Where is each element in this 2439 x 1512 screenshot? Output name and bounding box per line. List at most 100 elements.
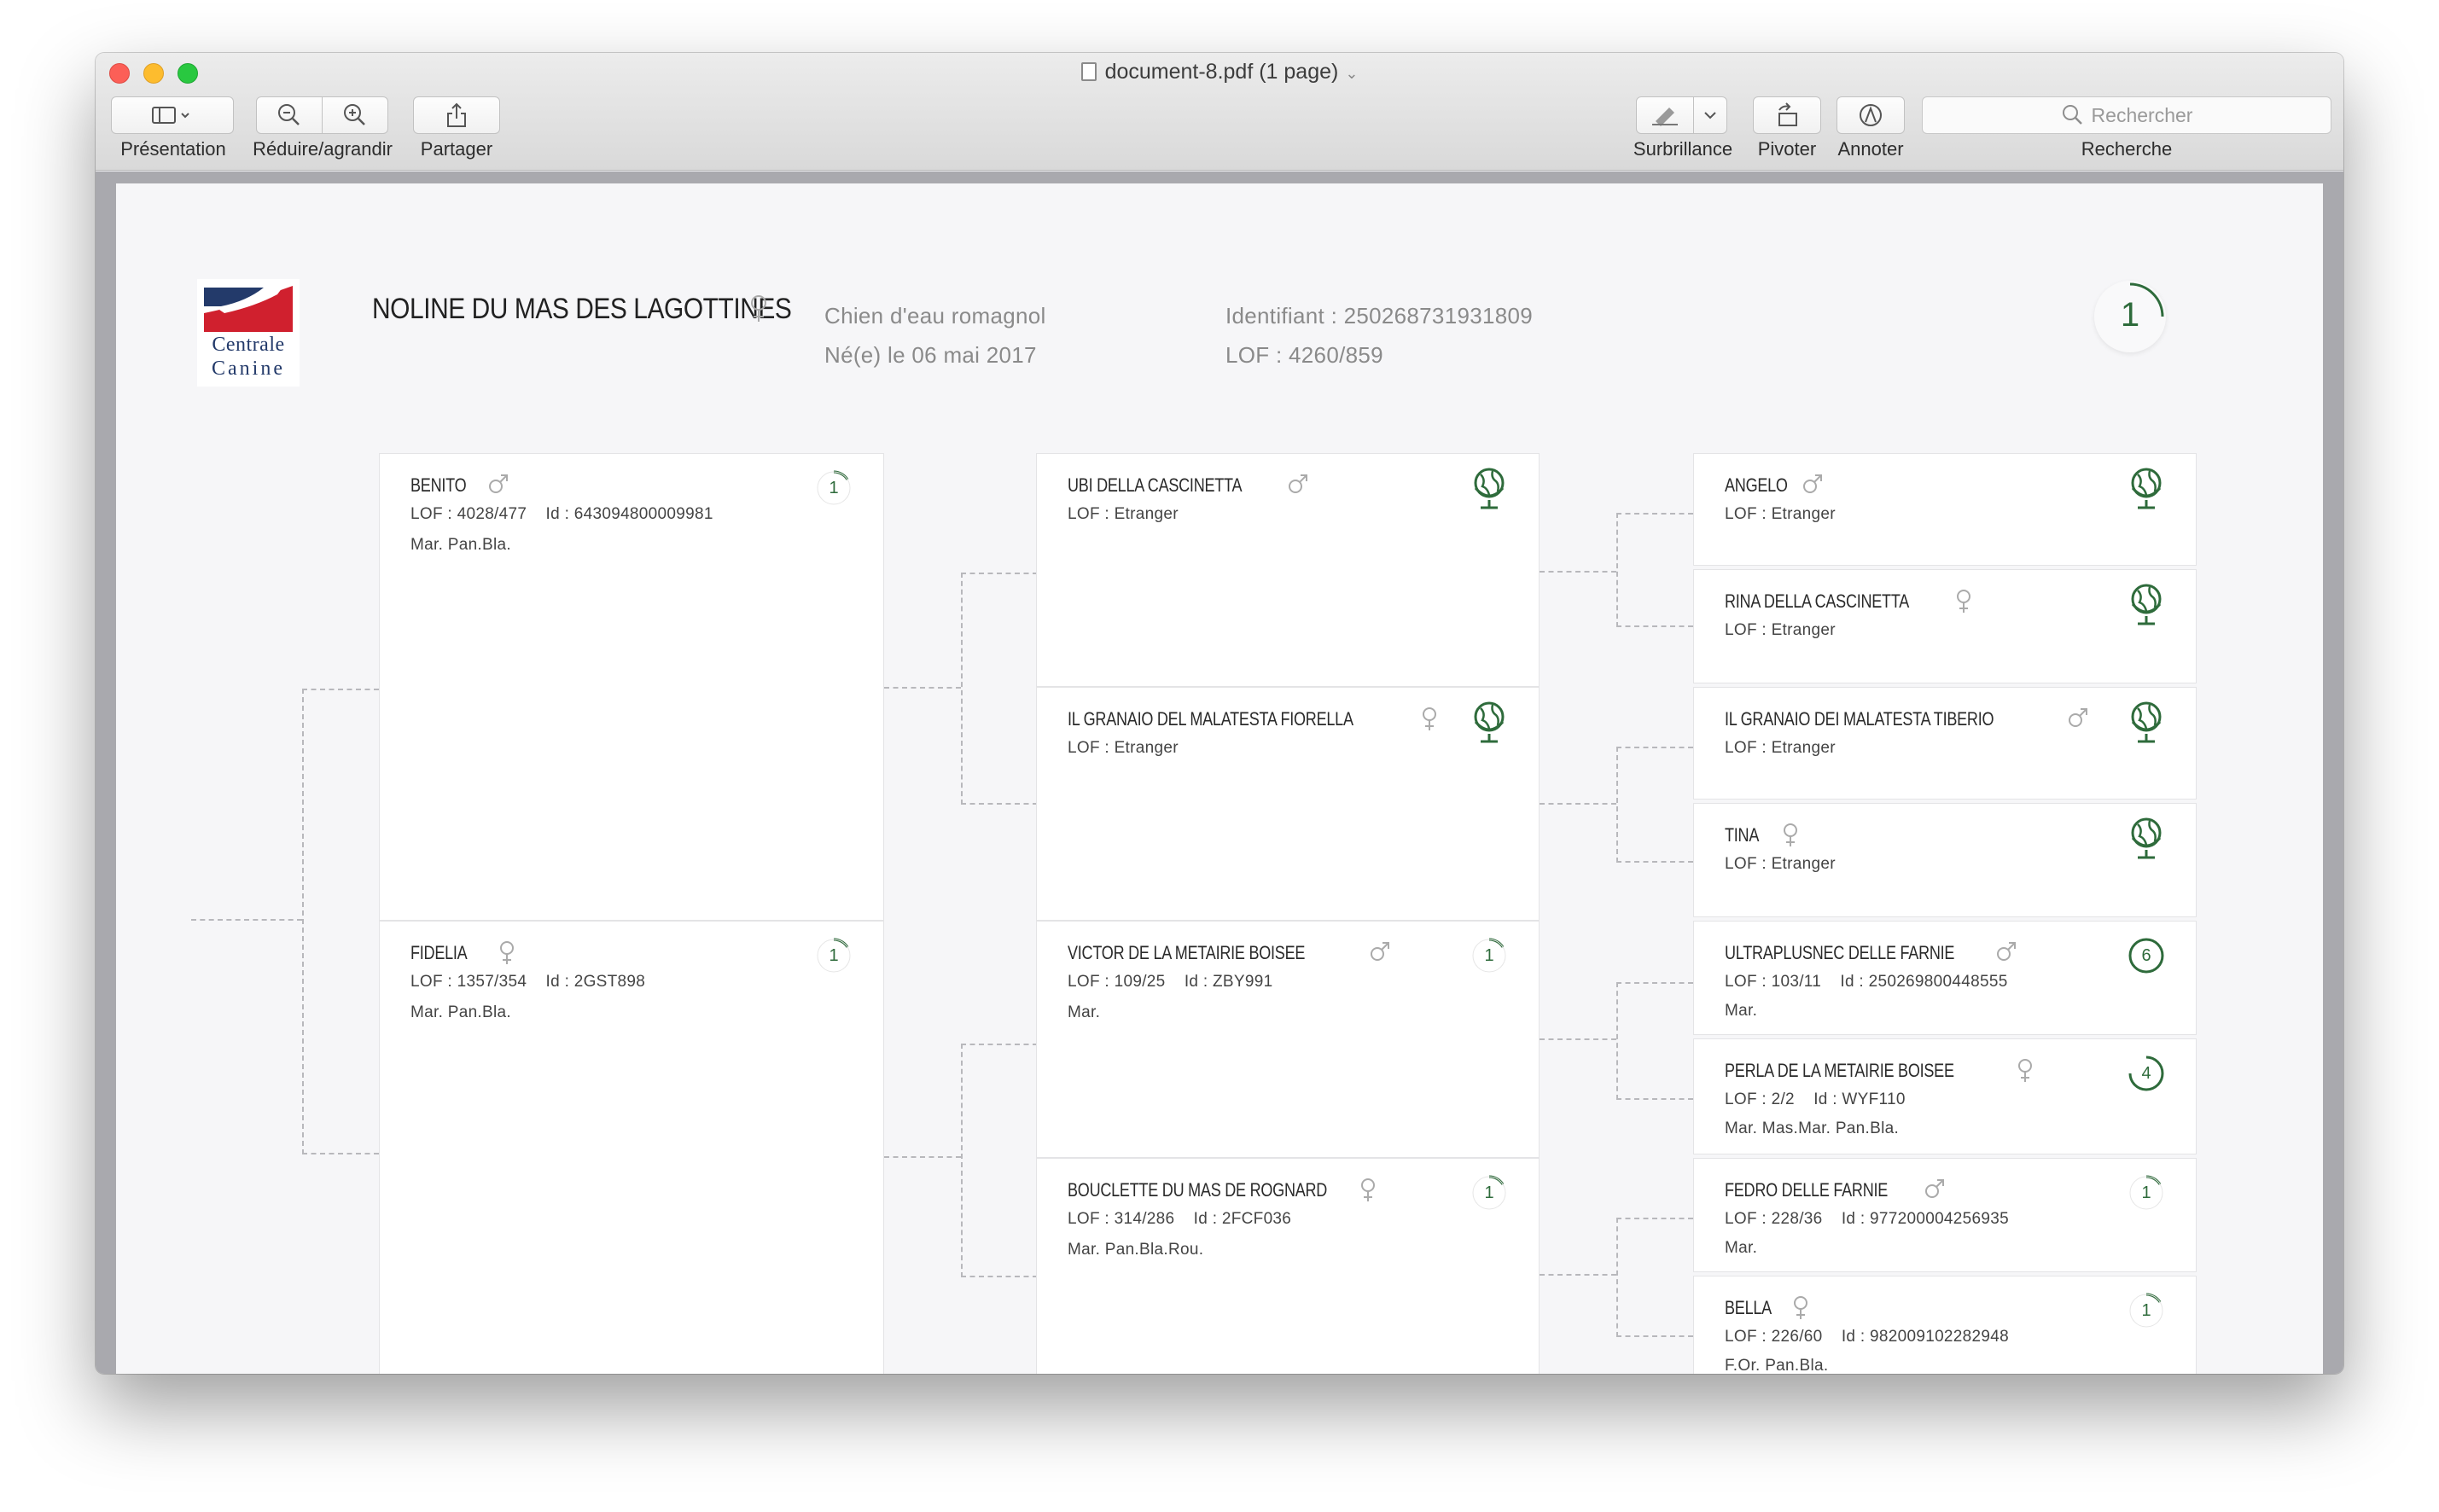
pedigree-card[interactable]: VICTOR DE LA METAIRIE BOISEE LOF : 109/25… [1036, 921, 1540, 1158]
pedigree-card[interactable]: UBI DELLA CASCINETTA LOF : Etranger [1036, 453, 1540, 687]
foreign-globe-icon [2128, 466, 2165, 512]
pedigree-card[interactable]: FEDRO DELLE FARNIE LOF : 228/36 Id : 9772… [1693, 1158, 2197, 1272]
share-label: Partager [420, 138, 493, 160]
rotate-button[interactable] [1753, 96, 1821, 134]
pedigree-card[interactable]: RINA DELLA CASCINETTA LOF : Etranger [1693, 569, 2197, 683]
registration-line: LOF : 4028/477 Id : 643094800009981 [410, 505, 713, 523]
ancestor-name: BOUCLETTE DU MAS DE ROGNARD [1068, 1179, 1328, 1201]
offspring-count-badge: 1 [1470, 1174, 1508, 1212]
logo-emblem [204, 284, 293, 332]
female-icon [751, 295, 766, 322]
titles-line: Mar. Pan.Bla. [410, 536, 511, 554]
annotate-button[interactable] [1837, 96, 1905, 134]
identifiant-text: Identifiant : 250268731931809 [1225, 303, 1534, 329]
pedigree-card[interactable]: ULTRAPLUSNEC DELLE FARNIE LOF : 103/11 Id… [1693, 921, 2197, 1035]
ancestor-name: IL GRANAIO DEI MALATESTA TIBERIO [1725, 708, 1994, 730]
highlight-menu-button[interactable] [1693, 96, 1727, 134]
male-icon [1287, 473, 1309, 499]
registration-line: LOF : Etranger [1725, 855, 1836, 873]
zoom-in-button[interactable] [322, 96, 388, 134]
chevron-down-icon [1704, 112, 1716, 119]
offspring-count-badge: 1 [2128, 1292, 2165, 1329]
pedigree-card[interactable]: TINA LOF : Etranger [1693, 803, 2197, 917]
titles-line: F.Or. Pan.Bla. [1725, 1357, 1829, 1374]
titles-line: Mar. Pan.Bla.Rou. [1068, 1241, 1204, 1259]
female-icon [2016, 1058, 2034, 1088]
search-input[interactable]: Rechercher [1922, 96, 2331, 134]
pedigree-card[interactable]: FIDELIA LOF : 1357/354 Id : 2GST898 Mar. P… [379, 921, 884, 1374]
foreign-globe-icon [2128, 700, 2165, 746]
ancestor-name: FIDELIA [410, 942, 468, 963]
pedigree-card[interactable]: IL GRANAIO DEI MALATESTA TIBERIO LOF : Et… [1693, 687, 2197, 800]
search-icon [2062, 105, 2082, 125]
presentation-button[interactable] [111, 96, 234, 134]
titles-line: Mar. [1725, 1239, 1758, 1257]
offspring-count: 1 [829, 946, 839, 965]
female-icon [1359, 1178, 1377, 1207]
female-icon [1420, 707, 1439, 736]
female-icon [1954, 589, 1973, 619]
annotate-label: Annoter [1837, 138, 1904, 160]
logo-text-line1: Centrale [212, 334, 285, 356]
zoom-label: Réduire/agrandir [253, 138, 393, 160]
offspring-count: 1 [829, 479, 839, 497]
title-bar: document-8.pdf (1 page) ⌄ Présentation R… [96, 53, 2343, 171]
rotate-label: Pivoter [1757, 138, 1817, 160]
pedigree-card[interactable]: BOUCLETTE DU MAS DE ROGNARD LOF : 314/286… [1036, 1158, 1540, 1374]
pdf-document-icon [1080, 62, 1097, 81]
offspring-count: 1 [1484, 946, 1494, 965]
male-icon [2067, 707, 2089, 733]
male-icon [1802, 473, 1824, 499]
registration-line: LOF : 314/286 Id : 2FCF036 [1068, 1210, 1292, 1228]
pedigree-card[interactable]: PERLA DE LA METAIRIE BOISEE LOF : 2/2 Id … [1693, 1038, 2197, 1154]
titles-line: Mar. [1068, 1003, 1101, 1021]
registration-line: LOF : Etranger [1068, 505, 1179, 523]
highlight-button[interactable] [1636, 96, 1694, 134]
offspring-count-badge: 1 [2094, 281, 2166, 352]
titles-line: Mar. Pan.Bla. [410, 1003, 511, 1021]
highlighter-icon [1652, 108, 1678, 126]
foreign-globe-icon [1470, 466, 1508, 512]
offspring-count: 1 [2120, 296, 2140, 334]
male-icon [1995, 940, 2017, 967]
registration-line: LOF : 2/2 Id : WYF110 [1725, 1090, 1906, 1108]
offspring-count-badge: 6 [2128, 937, 2165, 974]
ancestor-name: FEDRO DELLE FARNIE [1725, 1179, 1889, 1201]
pedigree-card[interactable]: IL GRANAIO DEL MALATESTA FIORELLA LOF : E… [1036, 687, 1540, 921]
ancestor-name: ULTRAPLUSNEC DELLE FARNIE [1725, 942, 1955, 963]
presentation-label: Présentation [120, 138, 226, 160]
pedigree-card[interactable]: BENITO LOF : 4028/477 Id : 64309480000998… [379, 453, 884, 921]
pedigree-card[interactable]: ANGELO LOF : Etranger [1693, 453, 2197, 566]
titles-line: Mar. Mas.Mar. Pan.Bla. [1725, 1119, 1900, 1137]
female-icon [1791, 1295, 1810, 1325]
centrale-canine-logo: Centrale Canine [197, 279, 300, 387]
share-icon [447, 102, 466, 127]
ancestor-name: BENITO [410, 474, 467, 496]
window-title-text: document-8.pdf (1 page) [1104, 60, 1339, 84]
zoom-out-icon [278, 104, 300, 125]
ancestor-name: VICTOR DE LA METAIRIE BOISEE [1068, 942, 1306, 963]
offspring-count-badge: 4 [2128, 1055, 2165, 1092]
window-title[interactable]: document-8.pdf (1 page) ⌄ [96, 60, 2343, 84]
offspring-count: 6 [2141, 946, 2151, 965]
zoom-in-icon [344, 104, 365, 125]
titles-line: Mar. [1725, 1002, 1758, 1020]
ancestor-name: ANGELO [1725, 474, 1788, 496]
document-view[interactable]: Centrale Canine NOLINE DU MAS DES LAGOTT… [96, 172, 2343, 1374]
offspring-count: 4 [2141, 1064, 2151, 1083]
ancestor-name: UBI DELLA CASCINETTA [1068, 474, 1243, 496]
offspring-count: 1 [1484, 1183, 1494, 1202]
offspring-count-badge: 1 [1470, 937, 1508, 974]
registration-line: LOF : Etranger [1725, 505, 1836, 523]
ancestor-name: BELLA [1725, 1297, 1772, 1318]
highlight-label: Surbrillance [1633, 138, 1733, 160]
pedigree-card[interactable]: BELLA LOF : 226/60 Id : 982009102282948 F.… [1693, 1276, 2197, 1374]
pdf-page: Centrale Canine NOLINE DU MAS DES LAGOTT… [116, 183, 2323, 1374]
foreign-globe-icon [2128, 582, 2165, 628]
foreign-globe-icon [2128, 816, 2165, 862]
share-button[interactable] [413, 96, 500, 134]
zoom-out-button[interactable] [256, 96, 323, 134]
ancestor-name: PERLA DE LA METAIRIE BOISEE [1725, 1060, 1954, 1081]
registration-line: LOF : 1357/354 Id : 2GST898 [410, 973, 646, 991]
male-icon [1369, 940, 1391, 967]
